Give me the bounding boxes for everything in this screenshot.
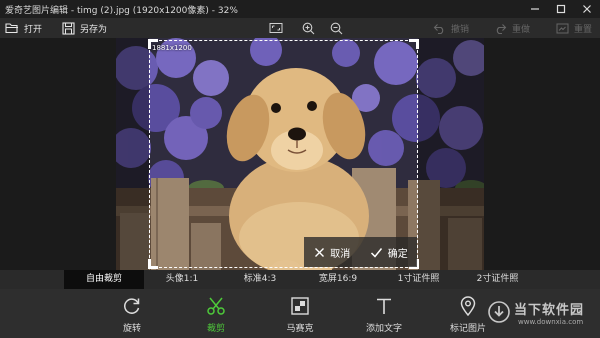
close-icon	[315, 247, 325, 257]
maximize-button[interactable]	[548, 0, 574, 18]
mosaic-icon	[291, 297, 309, 315]
ratio-wide-16-9[interactable]: 宽屏16:9	[303, 270, 373, 289]
crop-handle-bottom-left[interactable]	[148, 259, 158, 269]
reset-button[interactable]: 重置	[556, 18, 592, 38]
watermark-name: 当下软件园	[514, 303, 585, 318]
save-as-button[interactable]: 另存为	[62, 18, 107, 38]
tool-mosaic[interactable]: 马赛克	[270, 295, 330, 335]
redo-icon	[496, 23, 507, 34]
open-button[interactable]: 打开	[5, 18, 42, 38]
tool-rotate[interactable]: 旋转	[102, 295, 162, 335]
ratio-label: 自由裁剪	[85, 274, 122, 284]
zoom-in-icon	[302, 22, 314, 34]
crop-outside-left	[116, 38, 149, 270]
downxia-logo-icon	[488, 301, 510, 323]
tool-label: 马赛克	[286, 324, 314, 334]
ratio-standard-4-3[interactable]: 标准4:3	[225, 270, 295, 289]
zoom-in-button[interactable]	[300, 20, 316, 36]
text-icon	[377, 298, 391, 314]
zoom-out-button[interactable]	[328, 20, 344, 36]
minimize-button[interactable]	[522, 0, 548, 18]
ratio-label: 2寸证件照	[476, 274, 519, 284]
close-icon	[583, 5, 591, 13]
crop-confirm-button[interactable]: 确定	[361, 237, 418, 267]
fit-screen-icon	[269, 23, 283, 33]
ratio-label: 1寸证件照	[397, 274, 440, 284]
tool-add-text[interactable]: 添加文字	[354, 295, 414, 335]
open-folder-icon	[5, 23, 18, 34]
rotate-icon	[124, 298, 140, 314]
open-label: 打开	[24, 24, 43, 35]
crop-outside-right	[418, 38, 484, 270]
toolbar: 打开 另存为 撤销 重做 重置	[0, 18, 600, 38]
save-icon	[62, 21, 75, 35]
redo-label: 重做	[512, 24, 531, 35]
window-title: 爱奇艺图片编辑 - timg (2).jpg (1920x1200像素) - 3…	[5, 5, 238, 16]
crop-confirm-label: 确定	[387, 248, 408, 260]
ratio-free[interactable]: 自由裁剪	[64, 270, 144, 289]
maximize-icon	[556, 4, 566, 14]
tool-crop[interactable]: 裁剪	[186, 295, 246, 335]
undo-icon	[433, 23, 444, 34]
title-bar: 爱奇艺图片编辑 - timg (2).jpg (1920x1200像素) - 3…	[0, 0, 600, 18]
location-pin-icon	[460, 296, 476, 316]
reset-label: 重置	[574, 24, 593, 35]
tool-label: 标记图片	[449, 324, 486, 334]
fit-screen-button[interactable]	[268, 20, 284, 36]
crop-ratio-bar: 自由裁剪 头像1:1 标准4:3 宽屏16:9 1寸证件照 2寸证件照	[0, 270, 600, 289]
crop-cancel-label: 取消	[330, 248, 351, 260]
crop-scissors-icon	[207, 297, 225, 315]
crop-selection-box[interactable]	[148, 39, 419, 269]
zoom-out-icon	[330, 22, 342, 34]
tool-label: 添加文字	[365, 324, 402, 334]
close-button[interactable]	[574, 0, 600, 18]
crop-confirm-bar: 取消 确定	[304, 237, 417, 267]
image-canvas: 1881x1200 取消 确定	[0, 38, 600, 270]
ratio-label: 宽屏16:9	[318, 274, 358, 284]
crop-size-label: 1881x1200	[152, 44, 192, 52]
ratio-label: 标准4:3	[243, 274, 277, 284]
redo-button[interactable]: 重做	[494, 18, 530, 38]
reset-icon	[556, 23, 569, 33]
undo-button[interactable]: 撤销	[433, 18, 469, 38]
save-as-label: 另存为	[80, 24, 108, 35]
watermark-url: www.downxia.com	[518, 318, 584, 326]
site-watermark: 当下软件园 www.downxia.com	[488, 297, 598, 333]
tool-label: 旋转	[122, 324, 141, 334]
ratio-2-inch-id-photo[interactable]: 2寸证件照	[460, 270, 535, 289]
crop-cancel-button[interactable]: 取消	[304, 237, 361, 267]
checkmark-icon	[370, 247, 382, 258]
ratio-avatar-1-1[interactable]: 头像1:1	[147, 270, 217, 289]
tool-label: 裁剪	[206, 324, 225, 334]
ratio-1-inch-id-photo[interactable]: 1寸证件照	[381, 270, 456, 289]
crop-handle-top-right[interactable]	[409, 39, 419, 49]
ratio-label: 头像1:1	[165, 274, 199, 284]
undo-label: 撤销	[451, 24, 470, 35]
minimize-icon	[531, 8, 539, 10]
